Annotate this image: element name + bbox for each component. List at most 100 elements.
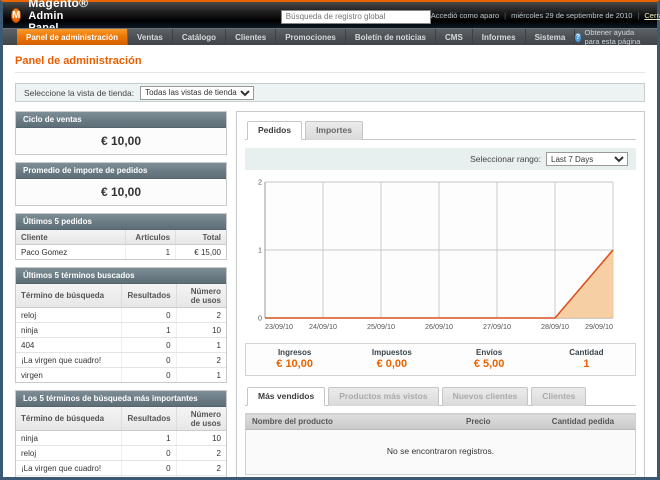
bottom-tabs: Más vendidosProductos más vistosNuevos c… [245,386,636,406]
help-label: Obtener ayuda para esta página [585,28,648,46]
table-cell: 1 [122,431,176,446]
logo-brand: Magento® [28,0,88,10]
table-cell: 1 [122,323,176,338]
table-row[interactable]: reloj02 [16,308,226,323]
column-header: Término de búsqueda [16,407,122,431]
table-cell: 0 [122,461,176,476]
average-orders-value: € 10,00 [16,179,226,205]
nav-items: Panel de administraciónVentasCatálogoCli… [17,29,575,45]
svg-text:26/09/10: 26/09/10 [425,322,453,331]
average-orders-title: Promedio de importe de pedidos [16,163,226,179]
table-cell: 10 [176,323,226,338]
bottom-tab-0[interactable]: Más vendidos [247,387,325,406]
tab-0[interactable]: Pedidos [247,121,302,140]
global-search-input[interactable] [281,10,431,24]
bottom-tab-3[interactable]: Clientes [531,387,586,406]
total-label: Impuestos [343,348,440,357]
store-view-bar: Seleccione la vista de tienda: Todas las… [15,83,645,102]
help-icon: ? [575,33,580,42]
column-header: Artículos [125,230,175,245]
table-row[interactable]: Paco Gomez1€ 15,00 [16,245,226,260]
page-title: Panel de administración [15,55,645,73]
tab-1[interactable]: Importes [305,121,363,140]
total-value: € 5,00 [441,358,538,370]
total-3: Cantidad1 [538,344,635,375]
left-column: Ciclo de ventas € 10,00 Promedio de impo… [15,111,227,477]
table-cell: 1 [176,338,226,353]
orders-chart-svg: 23/09/1024/09/1025/09/1026/09/1027/09/10… [247,174,621,332]
empty-grid-message: No se encontraron registros. [246,430,636,475]
table-row[interactable]: ¡La virgen que cuadro!02 [16,461,226,476]
content-area: Panel de administración Seleccione la vi… [3,45,657,477]
table-cell: reloj [16,308,122,323]
last-search-terms-box: Últimos 5 términos buscados Término de b… [15,267,227,383]
table-cell: 0 [122,476,176,478]
table-row[interactable]: 40401 [16,476,226,478]
range-bar: Seleccionar rango: Last 7 Days [245,148,636,170]
help-link[interactable]: ? Obtener ayuda para esta página [575,29,657,45]
chart-tabs: PedidosImportes [245,120,636,140]
svg-text:1: 1 [258,246,262,255]
table-cell: 0 [122,353,176,368]
top-header: M Magento® Admin Panel Accedió como apar… [3,2,657,28]
last-orders-box: Últimos 5 pedidos ClienteArtículosTotalP… [15,213,227,260]
store-view-select[interactable]: Todas las vistas de tienda [140,86,254,100]
products-grid: Nombre del productoPrecioCantidad pedida… [245,413,636,475]
lifetime-sales-title: Ciclo de ventas [16,112,226,128]
top-search-terms-title: Los 5 términos de búsqueda más important… [16,391,226,407]
table-cell: reloj [16,446,122,461]
table-row[interactable]: 40401 [16,338,226,353]
range-label: Seleccionar rango: [470,154,541,164]
bottom-tab-2[interactable]: Nuevos clientes [442,387,529,406]
total-label: Cantidad [538,348,635,357]
bottom-tab-1[interactable]: Productos más vistos [328,387,438,406]
column-header: Cliente [16,230,125,245]
table-cell: 0 [122,368,176,383]
svg-text:29/09/10: 29/09/10 [585,322,613,331]
table-row[interactable]: reloj02 [16,446,226,461]
table-row[interactable]: ninja110 [16,431,226,446]
nav-item-1[interactable]: Ventas [128,29,173,45]
last-orders-table: ClienteArtículosTotalPaco Gomez1€ 15,00 [16,230,226,259]
column-header: Número de usos [176,407,226,431]
table-cell: 2 [176,353,226,368]
nav-item-7[interactable]: Informes [473,29,526,45]
svg-text:25/09/10: 25/09/10 [367,322,395,331]
table-cell: 1 [176,476,226,478]
nav-item-0[interactable]: Panel de administración [17,29,128,45]
column-header: Número de usos [176,284,226,308]
table-cell: 1 [125,245,175,260]
table-row[interactable]: virgen01 [16,368,226,383]
logout-link[interactable]: Cerrar Sesión [644,11,660,20]
nav-item-6[interactable]: CMS [436,29,473,45]
table-cell: ¡La virgen que cuadro! [16,461,122,476]
main-nav: Panel de administraciónVentasCatálogoCli… [3,28,657,45]
nav-item-5[interactable]: Boletín de noticias [346,29,436,45]
nav-item-8[interactable]: Sistema [526,29,576,45]
svg-text:27/09/10: 27/09/10 [483,322,511,331]
svg-text:2: 2 [258,178,262,187]
lifetime-sales-box: Ciclo de ventas € 10,00 [15,111,227,155]
top-search-terms-box: Los 5 términos de búsqueda más important… [15,390,227,477]
column-header: Resultados [122,407,176,431]
admin-window: M Magento® Admin Panel Accedió como apar… [0,0,660,480]
nav-item-4[interactable]: Promociones [276,29,346,45]
magento-logo-icon: M [11,8,21,23]
nav-item-2[interactable]: Catálogo [173,29,226,45]
grid-column-header: Precio [460,414,546,430]
table-cell: 0 [122,338,176,353]
table-row[interactable]: ¡La virgen que cuadro!02 [16,353,226,368]
table-cell: € 15,00 [176,245,226,260]
total-2: Envíos€ 5,00 [441,344,538,375]
table-cell: 2 [176,446,226,461]
grid-column-header: Cantidad pedida [546,414,636,430]
range-select[interactable]: Last 7 Days [546,152,628,166]
total-0: Ingresos€ 10,00 [246,344,343,375]
table-cell: ninja [16,431,122,446]
nav-item-3[interactable]: Clientes [226,29,276,45]
total-1: Impuestos€ 0,00 [343,344,440,375]
table-cell: ¡La virgen que cuadro! [16,353,122,368]
lifetime-sales-value: € 10,00 [16,128,226,154]
last-search-terms-title: Últimos 5 términos buscados [16,268,226,284]
table-row[interactable]: ninja110 [16,323,226,338]
